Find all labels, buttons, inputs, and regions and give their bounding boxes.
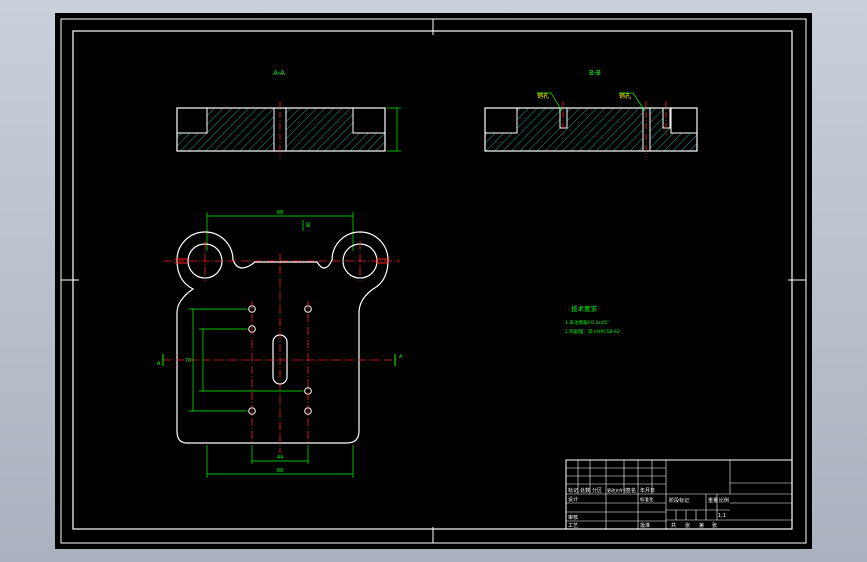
tb-sheet-total-unit: 张: [685, 522, 690, 529]
tb-rev-header-3: 分区: [592, 487, 602, 494]
section-b-pin-hole-1: [559, 107, 568, 129]
tb-sheet-num-unit: 张: [712, 522, 717, 529]
tb-rev-header-1: 标记: [568, 487, 578, 494]
tech-req-line-2: 2.热处理：淬火HRC58-62: [565, 328, 620, 335]
title-block-frame: [565, 459, 793, 530]
section-b-pocket-right: [670, 107, 698, 134]
tech-req-line-1: 1.未注倒角C0.5x45°: [565, 319, 609, 326]
tb-sheet-num: 第: [699, 522, 704, 529]
plan-dim-bottom-inner-value: 44: [277, 455, 283, 461]
outer-border: [60, 18, 807, 544]
leader-label-1: 销孔: [537, 92, 549, 100]
tb-scale-header: 比例: [719, 497, 729, 504]
title-block-grid: [566, 460, 792, 529]
section-view-a[interactable]: A-A: [176, 69, 401, 157]
section-b-pin-hole-3: [662, 107, 671, 129]
plan-dim-bottom-value: 88: [277, 468, 283, 474]
tb-rev-header-4: 更改文件号: [607, 487, 627, 493]
tb-rev-header-5: 签名: [626, 487, 636, 494]
tb-rev-header-2: 处数: [580, 487, 590, 494]
tech-requirements: 技术要求 1.未注倒角C0.5x45° 2.热处理：淬火HRC58-62: [565, 304, 620, 335]
title-block[interactable]: 标记 处数 分区 更改文件号 签名 年月日 设计 审核 工艺 标准化 批准 阶段…: [565, 459, 793, 530]
plan-section-mark-left: A: [157, 361, 161, 367]
tb-label-process: 工艺: [568, 523, 578, 529]
section-label-b: B-B: [589, 69, 601, 77]
plan-dim-top-hint: B: [306, 222, 310, 229]
tb-stage-header: 阶段标记: [669, 497, 689, 504]
cad-app-frame: A-A B-B 销孔 销孔 88 B 70 A A 44 88 技术要求 1.未…: [0, 0, 867, 562]
section-a-height-dim: [387, 107, 401, 152]
section-a-pocket-right: [352, 107, 386, 134]
tb-scale-value: 1:1: [718, 513, 726, 519]
section-b-pin-hole-2: [642, 107, 651, 152]
leader-label-2: 销孔: [619, 92, 631, 100]
plan-dim-left-value: 70: [185, 358, 191, 364]
cad-drawing: A-A B-B 销孔 销孔 88 B 70 A A 44 88 技术要求 1.未…: [60, 18, 807, 544]
plan-centerlines: [163, 241, 400, 453]
tech-req-title: 技术要求: [571, 304, 598, 313]
tb-rev-header-6: 年月日: [640, 487, 655, 494]
section-b-pocket-left: [484, 107, 518, 134]
plan-dim-top-value: 88: [277, 210, 283, 216]
inner-border: [72, 30, 793, 530]
tb-label-approve: 批准: [640, 522, 650, 529]
plan-view[interactable]: 88 B 70 A A 44 88: [157, 210, 403, 478]
tb-label-design: 设计: [568, 496, 578, 503]
section-view-b[interactable]: B-B 销孔 销孔: [484, 69, 698, 157]
tb-weight-header: 重量: [708, 497, 718, 504]
section-a-pocket-left: [176, 107, 208, 134]
drawing-canvas[interactable]: A-A B-B 销孔 销孔 88 B 70 A A 44 88 技术要求 1.未…: [55, 13, 812, 549]
tb-label-review: 审核: [568, 514, 578, 521]
tb-sheet-total: 共: [671, 522, 676, 529]
centring-marks: [61, 19, 806, 543]
section-label-a: A-A: [273, 69, 285, 77]
tb-label-standard: 标准化: [640, 496, 654, 503]
plan-section-mark-right: A: [399, 354, 403, 360]
